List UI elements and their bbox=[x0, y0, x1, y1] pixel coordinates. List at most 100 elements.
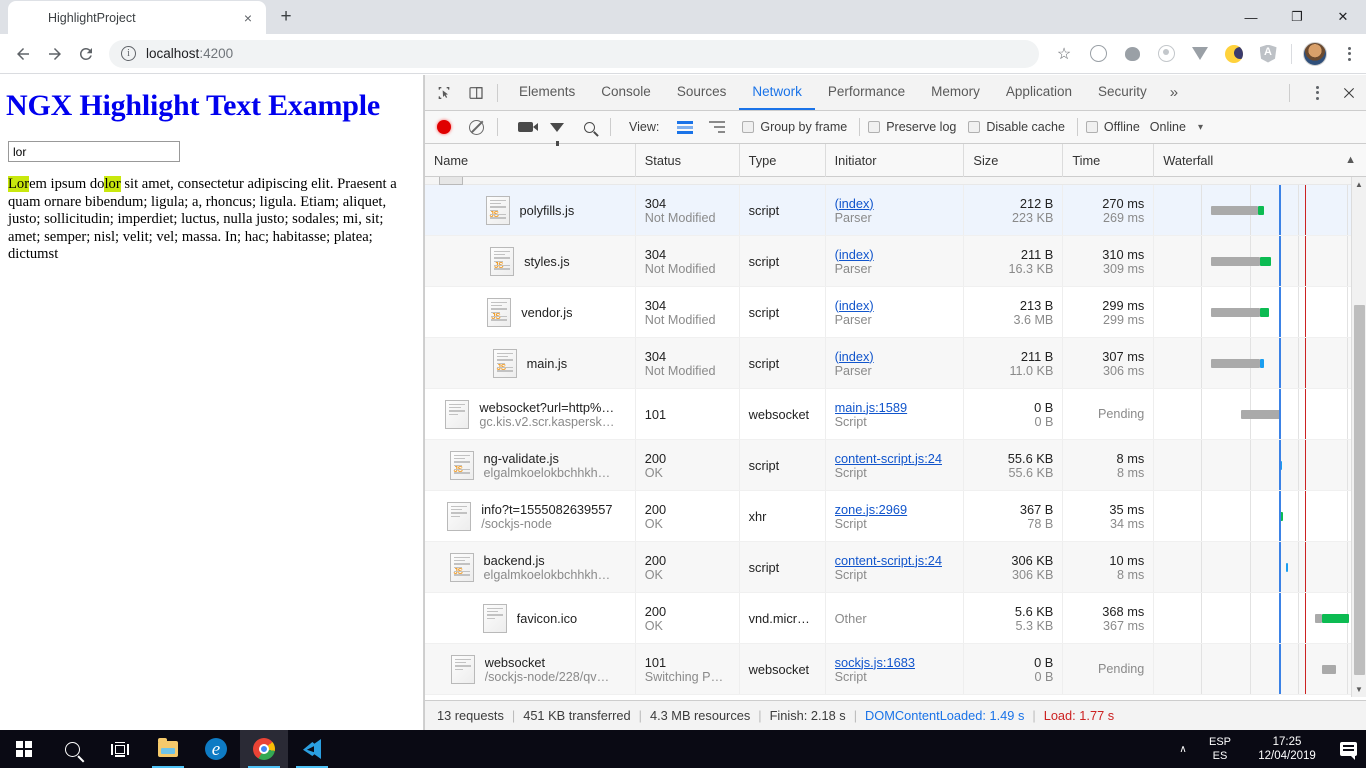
tab-elements[interactable]: Elements bbox=[506, 75, 588, 110]
tab-application[interactable]: Application bbox=[993, 75, 1085, 110]
forward-icon[interactable] bbox=[42, 38, 68, 70]
browser-tab[interactable]: HighlightProject × bbox=[8, 1, 266, 34]
waterfall-view-icon[interactable] bbox=[704, 114, 730, 140]
cell-initiator-primary[interactable]: content-script.js:24 bbox=[835, 553, 955, 568]
clear-icon[interactable] bbox=[463, 114, 489, 140]
vscode-icon[interactable] bbox=[288, 730, 336, 768]
throttling-value[interactable]: Online bbox=[1150, 120, 1186, 134]
scroll-up-arrow[interactable]: ▲ bbox=[1352, 177, 1366, 192]
waterfall-wait-segment bbox=[1211, 359, 1261, 368]
tab-sources[interactable]: Sources bbox=[664, 75, 740, 110]
target-icon[interactable] bbox=[1152, 40, 1180, 68]
filter-icon[interactable] bbox=[544, 114, 570, 146]
bookmark-star-icon[interactable]: ☆ bbox=[1050, 40, 1078, 68]
clock[interactable]: 17:25 12/04/2019 bbox=[1244, 735, 1330, 763]
table-row[interactable]: websocket/sockjs-node/228/qv… 101 Switchin… bbox=[425, 644, 1366, 695]
cell-initiator-primary[interactable]: (index) bbox=[835, 298, 955, 313]
column-header-status[interactable]: Status bbox=[636, 143, 740, 177]
table-row[interactable]: JS polyfills.js 304Not Modified script (inde… bbox=[425, 185, 1366, 236]
cell-initiator-primary[interactable]: (index) bbox=[835, 349, 955, 364]
column-header-waterfall[interactable]: Waterfall ▲ bbox=[1154, 144, 1366, 177]
network-request-list[interactable]: JSpolyfills.js304Not Modifiedscript(inde… bbox=[425, 177, 1366, 697]
angular-devtools-icon[interactable] bbox=[1254, 40, 1282, 68]
column-header-initiator[interactable]: Initiator bbox=[826, 143, 965, 177]
language-indicator[interactable]: ESP ES bbox=[1196, 735, 1244, 763]
tab-console[interactable]: Console bbox=[588, 75, 664, 110]
preserve-log-checkbox[interactable]: Preserve log bbox=[868, 120, 956, 134]
table-row[interactable]: favicon.ico 200 OK vnd.micr… Other 5.6 KB 5.3 … bbox=[425, 593, 1366, 644]
cell-name: JS styles.js bbox=[425, 236, 636, 286]
circle-icon[interactable] bbox=[1084, 40, 1112, 68]
table-row[interactable]: JS main.js 304Not Modified script (index)Par… bbox=[425, 338, 1366, 389]
chevron-down-icon[interactable]: ▾ bbox=[1198, 122, 1203, 133]
table-row[interactable]: info?t=1555082639557/sockjs-node 200 OK xhr… bbox=[425, 491, 1366, 542]
scrollbar-thumb[interactable] bbox=[1354, 305, 1365, 675]
table-row[interactable]: websocket?url=http%… gc.kis.v2.scr.kasper… bbox=[425, 389, 1366, 440]
search-icon[interactable] bbox=[576, 114, 602, 140]
vertical-scrollbar[interactable]: ▲ ▼ bbox=[1351, 177, 1366, 697]
tomato-icon[interactable] bbox=[1118, 40, 1146, 68]
column-header-size[interactable]: Size bbox=[964, 143, 1064, 177]
cell-initiator-primary[interactable]: zone.js:2969 bbox=[835, 502, 955, 517]
request-type: script bbox=[748, 355, 780, 371]
list-view-icon[interactable] bbox=[672, 114, 698, 140]
cell-initiator-primary[interactable]: main.js:1589 bbox=[835, 400, 955, 415]
device-toolbar-icon[interactable] bbox=[463, 80, 489, 106]
column-header-type[interactable]: Type bbox=[740, 143, 826, 177]
sort-ascending-icon[interactable]: ▲ bbox=[1345, 144, 1356, 177]
js-file-icon: JS bbox=[485, 195, 510, 225]
notification-icon[interactable] bbox=[1330, 742, 1366, 760]
camera-icon[interactable] bbox=[512, 114, 538, 140]
edge-icon[interactable] bbox=[192, 730, 240, 768]
kebab-menu-icon[interactable] bbox=[1335, 40, 1363, 68]
column-header-name[interactable]: Name bbox=[425, 143, 636, 177]
minimize-icon[interactable]: — bbox=[1228, 0, 1274, 34]
avatar[interactable] bbox=[1301, 40, 1329, 68]
scroll-down-arrow[interactable]: ▼ bbox=[1352, 682, 1366, 697]
devtools-close-icon[interactable] bbox=[1336, 80, 1362, 106]
cell-initiator-primary[interactable]: (index) bbox=[835, 196, 955, 211]
show-hidden-icons-icon[interactable]: ∧ bbox=[1170, 744, 1196, 755]
js-file-icon: JS bbox=[490, 246, 515, 276]
maximize-icon[interactable]: ❐ bbox=[1274, 0, 1320, 34]
divider bbox=[1289, 83, 1290, 102]
disable-cache-checkbox[interactable]: Disable cache bbox=[968, 120, 1065, 134]
tab-memory[interactable]: Memory bbox=[918, 75, 993, 110]
close-window-icon[interactable]: ✕ bbox=[1320, 0, 1366, 34]
tab-security[interactable]: Security bbox=[1085, 75, 1160, 110]
address-bar[interactable]: i localhost:4200 bbox=[109, 39, 1040, 68]
site-info-icon[interactable]: i bbox=[121, 46, 137, 61]
record-icon[interactable] bbox=[431, 114, 457, 140]
close-icon[interactable]: × bbox=[238, 8, 258, 28]
new-tab-button[interactable]: + bbox=[272, 3, 300, 31]
tab-network[interactable]: Network bbox=[739, 75, 815, 110]
table-row[interactable]: JS ng-validate.jselgalmkoelokbchhkh… 200OK… bbox=[425, 440, 1366, 491]
dark-reader-icon[interactable] bbox=[1220, 40, 1248, 68]
cell-size: 367 B 78 B bbox=[964, 491, 1064, 541]
task-view-icon[interactable] bbox=[96, 730, 144, 768]
devtools-settings-icon[interactable] bbox=[1304, 80, 1330, 106]
offline-checkbox[interactable]: Offline bbox=[1085, 120, 1140, 134]
column-header-time[interactable]: Time bbox=[1063, 143, 1155, 177]
more-tabs-icon[interactable]: » bbox=[1160, 84, 1188, 101]
waterfall-bar bbox=[1154, 308, 1366, 317]
group-by-frame-checkbox[interactable]: Group by frame bbox=[742, 120, 847, 134]
vue-devtools-icon[interactable] bbox=[1186, 40, 1214, 68]
start-icon[interactable] bbox=[0, 730, 48, 768]
load-marker bbox=[1304, 491, 1307, 541]
back-icon[interactable] bbox=[10, 38, 36, 70]
table-row[interactable]: JS vendor.js 304Not Modified script (index)P… bbox=[425, 287, 1366, 338]
highlight-search-input[interactable] bbox=[8, 141, 180, 162]
file-explorer-icon[interactable] bbox=[144, 730, 192, 768]
table-row[interactable]: JS backend.jselgalmkoelokbchhkh… 200OK scri… bbox=[425, 542, 1366, 593]
cell-initiator-primary[interactable]: sockjs.js:1683 bbox=[835, 655, 955, 670]
tab-performance[interactable]: Performance bbox=[815, 75, 918, 110]
inspect-element-icon[interactable] bbox=[431, 80, 457, 106]
reload-icon[interactable] bbox=[73, 38, 99, 70]
chrome-icon[interactable] bbox=[240, 730, 288, 768]
table-row[interactable]: JS styles.js 304Not Modified script (index)P… bbox=[425, 236, 1366, 287]
cell-initiator-primary[interactable]: (index) bbox=[835, 247, 955, 262]
search-icon[interactable] bbox=[48, 730, 96, 768]
cell-name: websocket?url=http%… gc.kis.v2.scr.kasper… bbox=[425, 389, 636, 439]
cell-initiator-primary[interactable]: content-script.js:24 bbox=[835, 451, 955, 466]
